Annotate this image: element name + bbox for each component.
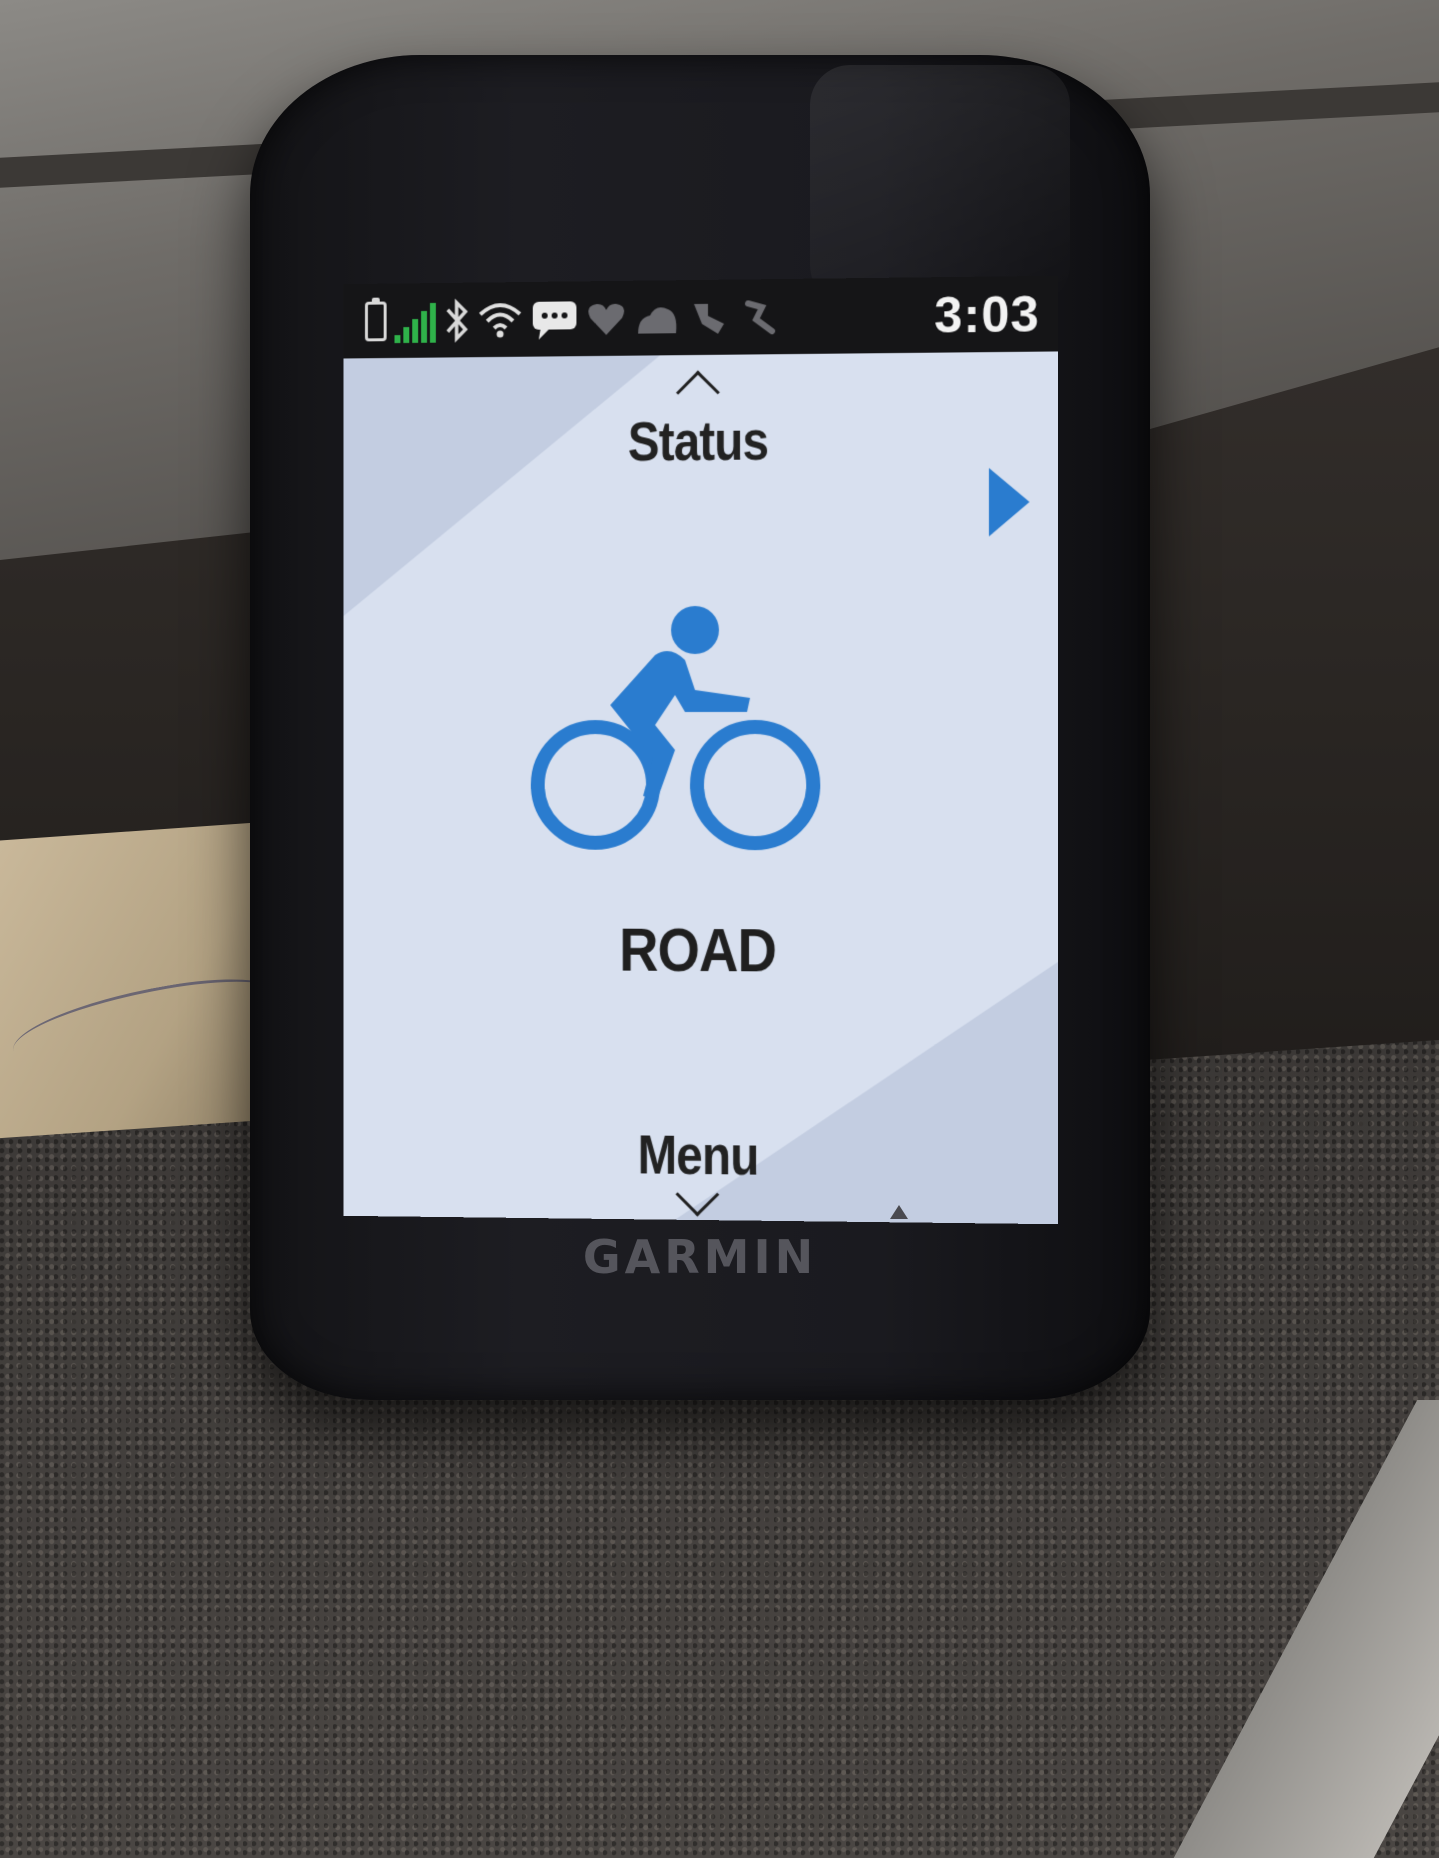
clock-time: 3:03 xyxy=(934,285,1040,344)
weather-icon xyxy=(634,293,680,343)
panel-shading-top xyxy=(343,355,660,616)
signal-icon xyxy=(394,298,436,343)
road-bike-icon xyxy=(526,606,825,861)
wifi-icon xyxy=(477,294,523,344)
battery-icon xyxy=(364,296,387,346)
bezel-glare xyxy=(810,65,1070,305)
device-screen: 3:03 Status ROAD Menu xyxy=(343,275,1058,1225)
brand-logo: GARMIN xyxy=(582,1230,818,1284)
activity-profile-name: ROAD xyxy=(619,915,777,986)
activity-select-panel[interactable]: Status ROAD Menu xyxy=(343,351,1058,1225)
status-bar: 3:03 xyxy=(343,275,1058,359)
status-label: Status xyxy=(627,408,768,473)
ambient-light-sensor xyxy=(890,1205,908,1219)
sensor-icon xyxy=(688,292,732,342)
bluetooth-icon xyxy=(444,295,470,345)
power-meter-icon xyxy=(740,292,780,343)
menu-nav[interactable]: Menu xyxy=(627,1121,769,1217)
status-nav[interactable]: Status xyxy=(615,364,780,473)
message-icon xyxy=(531,294,579,344)
next-profile-arrow-icon[interactable] xyxy=(988,467,1030,537)
heart-icon xyxy=(586,293,626,343)
bike-computer: 3:03 Status ROAD Menu GARMIN xyxy=(250,55,1150,1400)
